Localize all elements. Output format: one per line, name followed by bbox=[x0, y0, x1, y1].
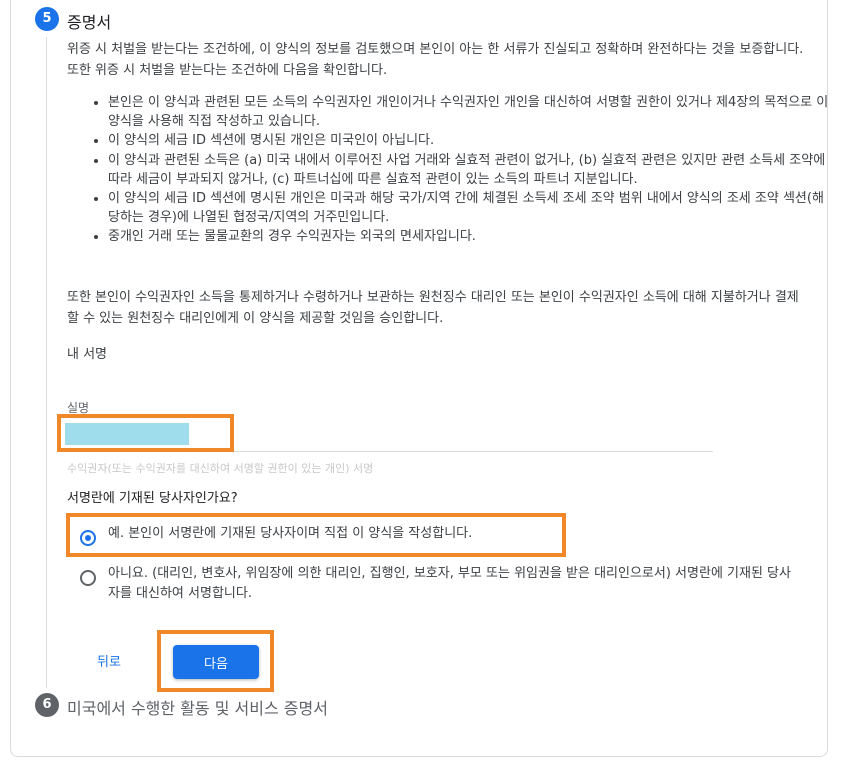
step-6-badge: 6 bbox=[35, 693, 59, 717]
step-5-badge: 5 bbox=[35, 7, 59, 31]
step-6-title[interactable]: 미국에서 수행한 활동 및 서비스 증명서 bbox=[67, 695, 328, 719]
highlight-box-yes-option bbox=[66, 513, 566, 557]
authorization-text: 또한 본인이 수익권자인 소득을 통제하거나 수령하거나 보관하는 원천징수 대… bbox=[67, 290, 799, 326]
radio-no[interactable] bbox=[80, 570, 96, 586]
list-item: 중개인 거래 또는 물물교환의 경우 수익권자는 외국의 면세자입니다. bbox=[108, 227, 830, 246]
certification-list: 본인은 이 양식과 관련된 모든 소득의 수익권자인 개인이거나 수익권자인 개… bbox=[88, 93, 830, 247]
list-item: 이 양식의 세금 ID 섹션에 명시된 개인은 미국인이 아닙니다. bbox=[108, 131, 830, 150]
list-item: 본인은 이 양식과 관련된 모든 소득의 수익권자인 개인이거나 수익권자인 개… bbox=[108, 93, 830, 131]
signature-heading: 내 서명 bbox=[67, 347, 108, 362]
highlight-box-next-button bbox=[157, 630, 274, 692]
radio-no-label[interactable]: 아니요. (대리인, 변호사, 위임장에 의한 대리인, 집행인, 보호자, 부… bbox=[108, 564, 798, 604]
full-name-helper-text: 수익권자(또는 수익권자를 대신하여 서명할 권한이 있는 개인) 서명 bbox=[67, 462, 374, 475]
list-item: 이 양식과 관련된 소득은 (a) 미국 내에서 이루어진 사업 거래와 실효적… bbox=[108, 151, 830, 189]
step-connector-line bbox=[46, 37, 47, 688]
highlight-box-name bbox=[57, 414, 234, 452]
back-button[interactable]: 뒤로 bbox=[97, 651, 121, 670]
certification-intro: 위증 시 처벌을 받는다는 조건하에, 이 양식의 정보를 검토했으며 본인이 … bbox=[67, 42, 804, 78]
step-5-title: 증명서 bbox=[67, 13, 112, 32]
signer-question: 서명란에 기재된 당사자인가요? bbox=[67, 491, 238, 506]
list-item: 이 양식의 세금 ID 섹션에 명시된 개인은 미국과 해당 국가/지역 간에 … bbox=[108, 189, 830, 227]
